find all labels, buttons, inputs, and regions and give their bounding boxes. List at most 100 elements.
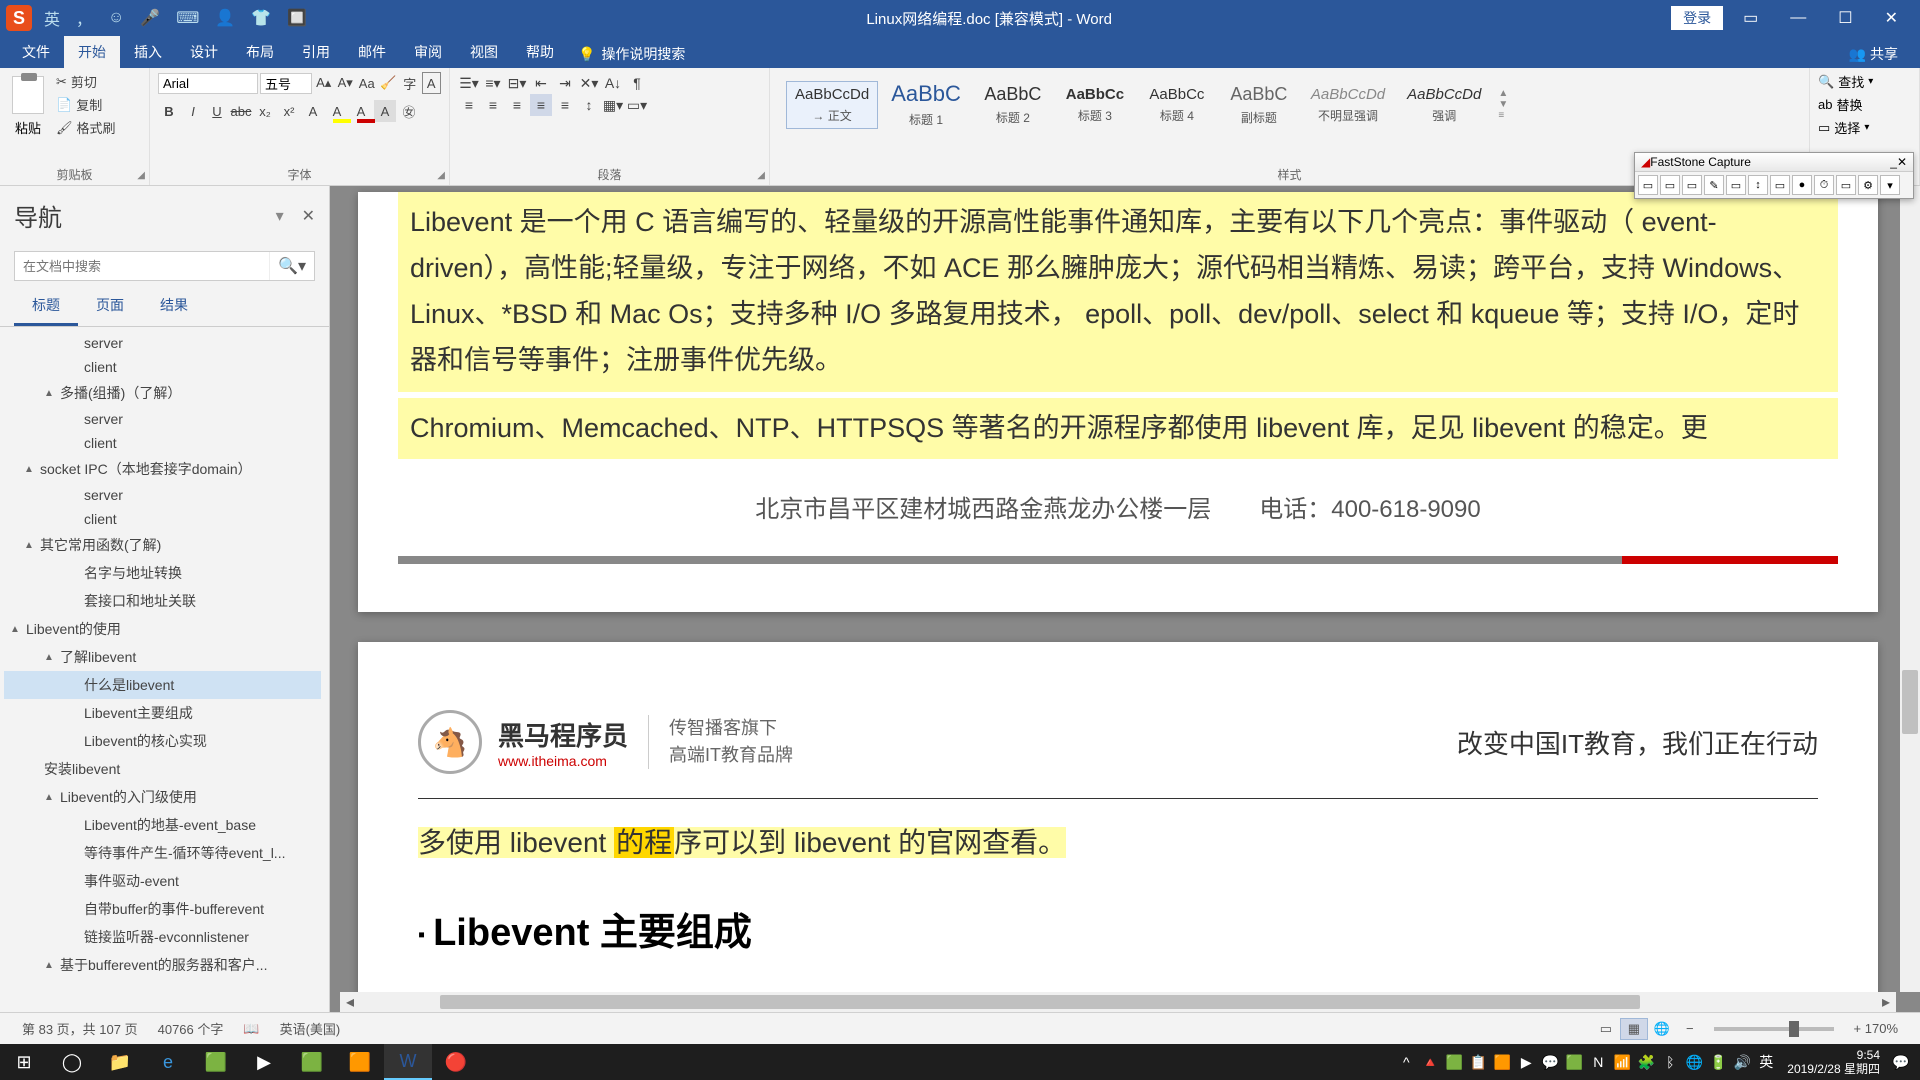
nav-search-input[interactable] [15,252,269,280]
nav-close-icon[interactable]: ✕ [302,206,315,226]
shrink-font-button[interactable]: A▾ [336,72,356,94]
app-icon-4[interactable]: 🔴 [432,1044,480,1080]
style-h2[interactable]: AaBbC标题 2 [974,79,1052,131]
view-read-button[interactable]: ▭ [1592,1018,1620,1040]
tray-icon[interactable]: 📶 [1611,1051,1633,1073]
tab-file[interactable]: 文件 [8,36,64,68]
ime-punct-icon[interactable]: ， [72,6,96,30]
borders-button[interactable]: ▭▾ [626,94,648,116]
sort-button[interactable]: A↓ [602,72,624,94]
tab-design[interactable]: 设计 [176,36,232,68]
tree-item[interactable]: ▲Libevent的入门级使用 [4,783,321,811]
tab-layout[interactable]: 布局 [232,36,288,68]
app-icon-2[interactable]: 🟩 [288,1044,336,1080]
tree-item[interactable]: 套接口和地址关联 [4,587,321,615]
hscroll-right-icon[interactable]: ▸ [1876,992,1896,1012]
tree-item[interactable]: Libevent的地基-event_base [4,811,321,839]
tree-item[interactable]: ▲其它常用函数(了解) [4,531,321,559]
tab-review[interactable]: 审阅 [400,36,456,68]
font-launcher-icon[interactable]: ◢ [437,170,445,181]
style-subtle-emphasis[interactable]: AaBbCcDd不明显强调 [1302,81,1394,129]
paste-button[interactable]: 粘贴 [8,72,48,141]
zoom-out-button[interactable]: − [1676,1021,1704,1036]
fsc-capture-full-button[interactable]: ▭ [1726,175,1746,195]
subscript-button[interactable]: x₂ [254,100,276,122]
hscroll-thumb[interactable] [440,995,1640,1009]
font-name-input[interactable] [158,73,258,94]
text-effects-button[interactable]: A [302,100,324,122]
tree-caret-icon[interactable]: ▲ [44,792,56,803]
bold-button[interactable]: B [158,100,180,122]
align-right-button[interactable]: ≡ [506,94,528,116]
ime-keyboard-icon[interactable]: ⌨ [172,8,203,28]
tell-me-search[interactable]: 💡 操作说明搜索 [568,40,695,68]
tree-item[interactable]: 自带buffer的事件-bufferevent [4,895,321,923]
align-center-button[interactable]: ≡ [482,94,504,116]
cortana-button[interactable]: ◯ [48,1044,96,1080]
tray-icon[interactable]: ▶ [1515,1051,1537,1073]
select-button[interactable]: ▭选择▾ [1818,118,1911,137]
login-button[interactable]: 登录 [1671,6,1723,30]
style-emphasis[interactable]: AaBbCcDd强调 [1398,81,1490,129]
change-case-button[interactable]: Aa [357,72,377,94]
tree-item[interactable]: Libevent主要组成 [4,699,321,727]
tray-icon[interactable]: 🧩 [1635,1051,1657,1073]
tray-icon[interactable]: 🟩 [1443,1051,1465,1073]
multilevel-button[interactable]: ⊟▾ [506,72,528,94]
cut-button[interactable]: ✂剪切 [56,72,116,91]
tray-icon[interactable]: 🔺 [1419,1051,1441,1073]
phonetic-button[interactable]: 字 [400,72,420,94]
status-wordcount[interactable]: 40766 个字 [148,1019,234,1038]
fsc-capture-scroll-button[interactable]: ↕ [1748,175,1768,195]
tab-references[interactable]: 引用 [288,36,344,68]
battery-icon[interactable]: 🔋 [1707,1051,1729,1073]
ime-toolbox-icon[interactable]: 🔲 [283,8,311,28]
align-left-button[interactable]: ≡ [458,94,480,116]
file-explorer-icon[interactable]: 📁 [96,1044,144,1080]
tree-item[interactable]: server [4,331,321,355]
vscroll-thumb[interactable] [1902,670,1918,734]
tree-item[interactable]: client [4,507,321,531]
ribbon-options-icon[interactable]: ▭ [1731,8,1770,28]
fsc-capture-window-button[interactable]: ▭ [1638,175,1658,195]
view-print-button[interactable]: ▦ [1620,1018,1648,1040]
underline-button[interactable]: U [206,100,228,122]
tree-item[interactable]: ▲基于bufferevent的服务器和客户... [4,951,321,979]
start-button[interactable]: ⊞ [0,1044,48,1080]
styles-gallery[interactable]: AaBbCcDd→ 正文 AaBbC标题 1 AaBbC标题 2 AaBbCc标… [778,72,1801,137]
bullets-button[interactable]: ☰▾ [458,72,480,94]
style-h4[interactable]: AaBbCc标题 4 [1138,81,1216,129]
show-marks-button[interactable]: ¶ [626,72,648,94]
shading-button[interactable]: ▦▾ [602,94,624,116]
numbering-button[interactable]: ≡▾ [482,72,504,94]
zoom-slider[interactable] [1714,1027,1834,1031]
tree-item[interactable]: server [4,407,321,431]
tree-item[interactable]: 名字与地址转换 [4,559,321,587]
tree-item[interactable]: ▲了解libevent [4,643,321,671]
fsc-delay-button[interactable]: ⏱ [1814,175,1834,195]
nav-tab-pages[interactable]: 页面 [78,287,142,326]
tree-item[interactable]: ▲Libevent的使用 [4,615,321,643]
fsc-capture-object-button[interactable]: ▭ [1660,175,1680,195]
font-size-input[interactable] [260,73,312,94]
decrease-indent-button[interactable]: ⇤ [530,72,552,94]
clipboard-launcher-icon[interactable]: ◢ [137,170,145,181]
ime-person-icon[interactable]: 👤 [211,8,239,28]
tab-insert[interactable]: 插入 [120,36,176,68]
status-language[interactable]: 英语(美国) [270,1019,351,1038]
tray-icon[interactable]: 🟧 [1491,1051,1513,1073]
volume-icon[interactable]: 🔊 [1731,1051,1753,1073]
bluetooth-icon[interactable]: ᛒ [1659,1051,1681,1073]
styles-up-icon[interactable]: ▲ [1498,88,1508,99]
fsc-close-icon[interactable]: ✕ [1897,155,1907,169]
tab-home[interactable]: 开始 [64,36,120,68]
tree-item[interactable]: client [4,431,321,455]
justify-button[interactable]: ≡ [530,94,552,116]
app-icon-3[interactable]: 🟧 [336,1044,384,1080]
ime-voice-icon[interactable]: 🎤 [136,8,164,28]
ime-tray-icon[interactable]: 英 [1755,1051,1777,1073]
format-painter-button[interactable]: 🖌格式刷 [56,118,116,137]
tree-item[interactable]: ▲socket IPC（本地套接字domain） [4,455,321,483]
ime-emoji-icon[interactable]: ☺ [104,9,128,27]
styles-more-icon[interactable]: ≡ [1498,110,1508,121]
